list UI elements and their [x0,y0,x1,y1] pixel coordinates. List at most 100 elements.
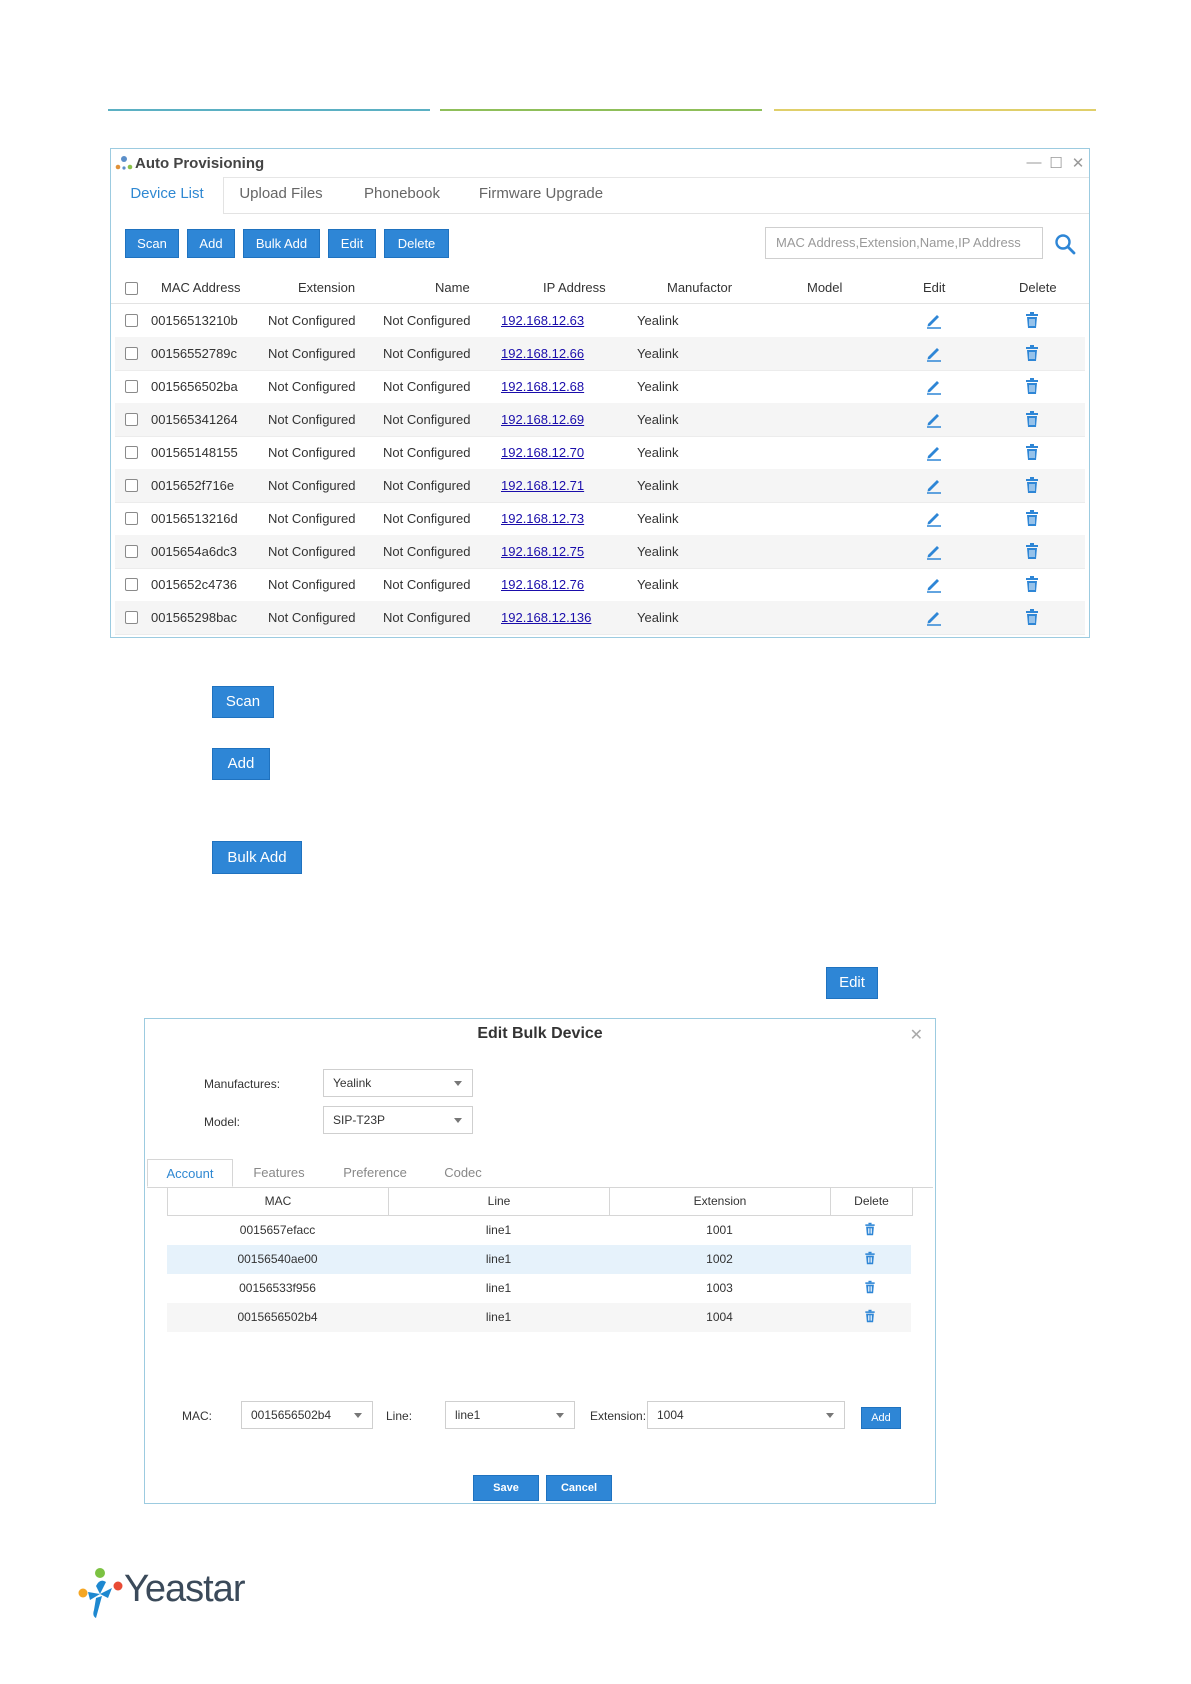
trash-icon[interactable] [863,1222,877,1236]
edit-pencil-icon[interactable] [925,575,943,593]
provisioning-icon [115,156,133,170]
dialog-tab-bar: Account Features Preference Codec [147,1159,933,1188]
save-button[interactable]: Save [473,1475,539,1501]
search-icon[interactable] [1054,233,1076,255]
row-checkbox[interactable] [125,446,138,459]
cell-extension: Not Configured [268,445,356,460]
cell-ip-address[interactable]: 192.168.12.75 [501,535,584,568]
cell-ip-address[interactable]: 192.168.12.63 [501,304,584,337]
row-checkbox[interactable] [125,479,138,492]
trash-icon[interactable] [1023,311,1041,329]
tab-account[interactable]: Account [147,1159,233,1187]
edit-pencil-icon[interactable] [925,344,943,362]
edit-pencil-icon[interactable] [925,410,943,428]
maximize-icon[interactable]: ☐ [1047,154,1065,172]
trash-icon[interactable] [863,1251,877,1265]
table-row[interactable]: 0015652f716e Not Configured Not Configured… [115,469,1085,503]
table-row[interactable]: 001565341264 Not Configured Not Configured… [115,403,1085,437]
tab-phonebook[interactable]: Phonebook [347,177,457,213]
add-row-button[interactable]: Add [861,1407,901,1429]
table-row[interactable]: 0015656502b4 line1 1004 [167,1303,911,1332]
row-checkbox[interactable] [125,314,138,327]
close-icon[interactable]: ✕ [1069,154,1087,172]
row-checkbox[interactable] [125,413,138,426]
trash-icon[interactable] [1023,344,1041,362]
cell-ip-address[interactable]: 192.168.12.69 [501,403,584,436]
line-select[interactable]: line1 [445,1401,575,1429]
add-button-standalone[interactable]: Add [212,748,270,780]
row-checkbox[interactable] [125,380,138,393]
trash-icon[interactable] [1023,377,1041,395]
tab-firmware-upgrade[interactable]: Firmware Upgrade [471,177,611,213]
cell-ip-address[interactable]: 192.168.12.66 [501,337,584,370]
cell-ip-address[interactable]: 192.168.12.73 [501,502,584,535]
table-row[interactable]: 001565298bac Not Configured Not Configured… [115,601,1085,635]
row-checkbox[interactable] [125,545,138,558]
manufactures-select[interactable]: Yealink [323,1069,473,1097]
edit-pencil-icon[interactable] [925,476,943,494]
table-row[interactable]: 0015656502ba Not Configured Not Configured… [115,370,1085,404]
tab-preference[interactable]: Preference [327,1159,423,1187]
trash-icon[interactable] [863,1280,877,1294]
table-row[interactable]: 0015652c4736 Not Configured Not Configured… [115,568,1085,602]
tab-upload-files[interactable]: Upload Files [229,177,333,213]
table-row[interactable]: 00156552789c Not Configured Not Configured… [115,337,1085,371]
table-row[interactable]: 00156540ae00 line1 1002 [167,1245,911,1274]
cell-mac: 00156533f956 [239,1281,316,1295]
edit-pencil-icon[interactable] [925,608,943,626]
edit-pencil-icon[interactable] [925,443,943,461]
col-line: Line [389,1188,610,1215]
search-input[interactable]: MAC Address,Extension,Name,IP Address [765,227,1043,259]
cell-mac: 0015656502ba [151,379,238,394]
table-row[interactable]: 0015657efacc line1 1001 [167,1216,911,1245]
edit-pencil-icon[interactable] [925,542,943,560]
model-select[interactable]: SIP-T23P [323,1106,473,1134]
table-row[interactable]: 00156513210b Not Configured Not Configured… [115,304,1085,338]
table-row[interactable]: 00156513216d Not Configured Not Configured… [115,502,1085,536]
minimize-icon[interactable]: — [1025,154,1043,171]
scan-button[interactable]: Scan [125,229,179,258]
row-checkbox[interactable] [125,611,138,624]
trash-icon[interactable] [1023,542,1041,560]
select-all-checkbox[interactable] [125,282,138,295]
cell-ip-address[interactable]: 192.168.12.71 [501,469,584,502]
extension-select[interactable]: 1004 [647,1401,845,1429]
trash-icon[interactable] [1023,476,1041,494]
trash-icon[interactable] [1023,410,1041,428]
dialog-close-icon[interactable]: ✕ [910,1025,923,1045]
bulk-add-button-standalone[interactable]: Bulk Add [212,841,302,874]
scan-button-standalone[interactable]: Scan [212,686,274,718]
cell-extension: 1004 [706,1310,733,1324]
tab-codec[interactable]: Codec [431,1159,495,1187]
cell-ip-address[interactable]: 192.168.12.136 [501,601,591,634]
table-row[interactable]: 001565148155 Not Configured Not Configured… [115,436,1085,470]
row-checkbox[interactable] [125,347,138,360]
add-button[interactable]: Add [187,229,235,258]
trash-icon[interactable] [1023,509,1041,527]
cell-ip-address[interactable]: 192.168.12.70 [501,436,584,469]
col-mac: MAC [168,1188,389,1215]
edit-button[interactable]: Edit [328,229,376,258]
row-checkbox[interactable] [125,578,138,591]
edit-pencil-icon[interactable] [925,377,943,395]
trash-icon[interactable] [1023,443,1041,461]
trash-icon[interactable] [1023,575,1041,593]
bulk-add-button[interactable]: Bulk Add [243,229,320,258]
cell-ip-address[interactable]: 192.168.12.76 [501,568,584,601]
delete-button[interactable]: Delete [384,229,449,258]
row-checkbox[interactable] [125,512,138,525]
tab-features[interactable]: Features [239,1159,319,1187]
cancel-button[interactable]: Cancel [546,1475,612,1501]
cell-ip-address[interactable]: 192.168.12.68 [501,370,584,403]
edit-pencil-icon[interactable] [925,311,943,329]
mac-select[interactable]: 0015656502b4 [241,1401,373,1429]
trash-icon[interactable] [863,1309,877,1323]
table-row[interactable]: 0015654a6dc3 Not Configured Not Configured… [115,535,1085,569]
dialog-title: Edit Bulk Device [477,1025,603,1042]
trash-icon[interactable] [1023,608,1041,626]
edit-button-standalone[interactable]: Edit [826,967,878,999]
tab-device-list[interactable]: Device List [111,177,224,214]
extension-value: 1004 [657,1408,684,1422]
table-row[interactable]: 00156533f956 line1 1003 [167,1274,911,1303]
edit-pencil-icon[interactable] [925,509,943,527]
